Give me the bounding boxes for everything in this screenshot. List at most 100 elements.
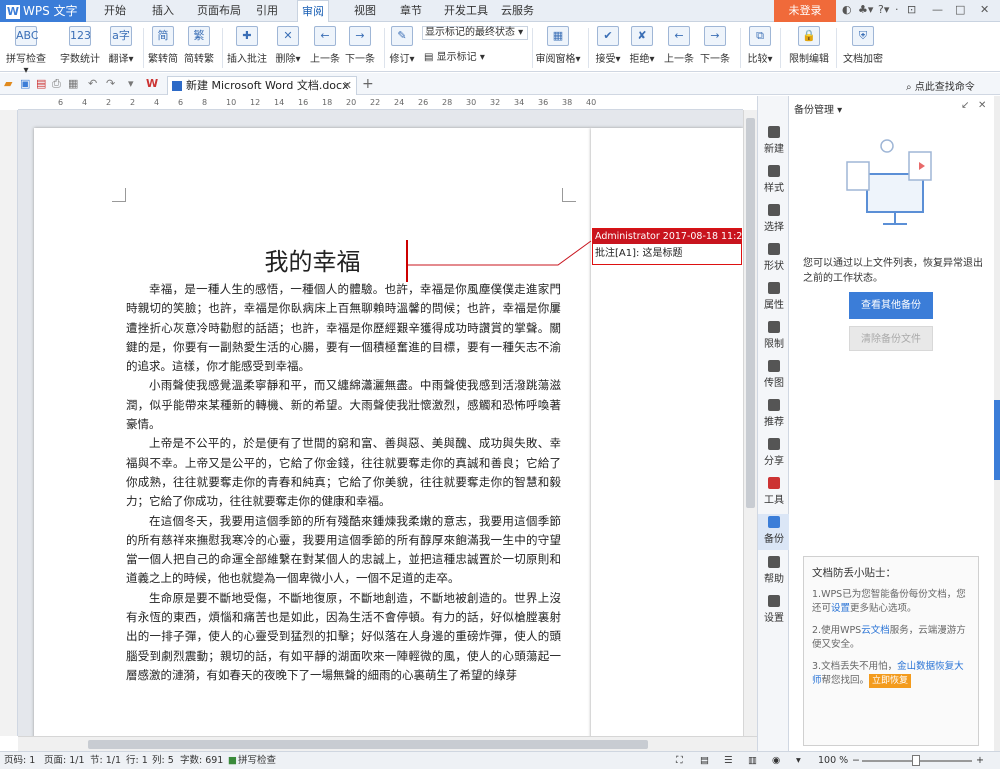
print-icon[interactable]: ⎙ [52,77,61,91]
paragraph[interactable]: 上帝是不公平的，於是便有了世間的窮和富、善與惡、美與醜、成功與失敗、幸福與不幸。… [126,434,561,511]
vertical-scroll-thumb[interactable] [746,118,755,508]
skin-icon[interactable]: ◐ [842,3,852,16]
zoom-slider-thumb[interactable] [912,755,920,766]
restrict-edit-button[interactable]: 🔒 限制编辑 [786,24,832,70]
page-view-icon[interactable]: ▤ [700,752,709,769]
qat-more-icon[interactable]: ▾ [128,77,134,90]
next-change-button[interactable]: → 下一条 [698,24,732,70]
find-command-search[interactable]: ⌕ 点此查找命令 [906,78,975,93]
delete-comment-button[interactable]: ✕ 删除▾ [270,24,306,70]
zoom-in-icon[interactable]: + [976,752,984,769]
sidebar-item-shape[interactable]: 形状 [758,243,790,272]
app-menu-button[interactable]: WWPS 文字 ▾ [0,0,86,40]
panel-collapse-tab[interactable] [994,400,1000,480]
prev-change-button[interactable]: ← 上一条 [662,24,696,70]
status-spell-check[interactable]: 拼写检查 [238,752,276,769]
sidebar-item-help[interactable]: 帮助 [758,556,790,585]
panel-title[interactable]: 备份管理 ▾ [794,101,842,116]
tab-developer[interactable]: 开发工具 [440,0,492,22]
web-view-icon[interactable]: ◉ [772,752,780,769]
review-pane-button[interactable]: ▦ 审阅窗格▾ [534,24,582,70]
close-tab-icon[interactable]: ✕ [343,77,352,95]
shirt-icon[interactable]: ♣▾ [858,3,873,16]
tab-home[interactable]: 开始 [100,0,130,22]
panel-close-icon[interactable]: ✕ [978,100,986,111]
translate-button[interactable]: a字 翻译▾ [104,24,138,70]
restore-ribbon-icon[interactable]: ⊡ [907,3,916,16]
settings-link[interactable]: 设置 [831,603,850,614]
comment-balloon[interactable]: Administrator 2017-08-18 11:28 批注[A1]: 这… [592,228,743,265]
horizontal-scrollbar[interactable] [18,736,757,751]
reading-view-icon[interactable]: ▥ [748,752,757,769]
show-markup-button[interactable]: ▤ 显示标记 ▾ [424,48,485,63]
view-options-icon[interactable]: ▾ [796,752,801,769]
tab-references[interactable]: 引用 [252,0,282,22]
track-changes-button[interactable]: ✎ 修订▾ [386,24,418,70]
maximize-icon[interactable]: □ [955,3,965,16]
tab-page-layout[interactable]: 页面布局 [193,0,245,22]
help-icon[interactable]: ?▾ [878,3,889,16]
undo-icon[interactable]: ↶ [88,77,97,90]
status-page[interactable]: 页码: 1 [4,752,35,769]
next-comment-button[interactable]: → 下一条 [343,24,377,70]
outline-view-icon[interactable]: ☰ [724,752,733,769]
vertical-scrollbar[interactable] [743,110,757,736]
accept-button[interactable]: ✔ 接受▾ [592,24,624,70]
view-backups-button[interactable]: 查看其他备份 [849,292,933,319]
tab-review[interactable]: 审阅 [297,0,329,22]
status-word-count[interactable]: 字数: 691 [180,752,223,769]
tab-chapter[interactable]: 章节 [396,0,426,22]
sidebar-item-properties[interactable]: 属性 [758,282,790,311]
sidebar-item-tools[interactable]: 工具 [758,477,790,506]
document-tab[interactable]: 新建 Microsoft Word 文档.docx *✕ [167,76,357,110]
login-button[interactable]: 未登录 [774,0,836,22]
fullscreen-icon[interactable]: ⛶ [676,752,683,769]
sidebar-item-settings[interactable]: 设置 [758,595,790,624]
save-icon[interactable]: ▣ [20,77,30,90]
wps-w-icon[interactable]: W [146,77,158,90]
clear-backups-button[interactable]: 清除备份文件 [849,326,933,351]
paragraph[interactable]: 小雨聲使我感覺溫柔寧靜和平，而又纏綿瀟灑無盡。中雨聲使我感到活潑跳蕩滋潤，似乎能… [126,376,561,434]
sidebar-item-backup[interactable]: 备份 [758,514,790,550]
vertical-ruler[interactable] [0,110,18,736]
tab-insert[interactable]: 插入 [148,0,178,22]
spell-check-button[interactable]: ABC 拼写检查▾ [4,24,48,76]
zoom-level[interactable]: 100 % [818,752,848,769]
minimize-icon[interactable]: — [932,3,943,16]
redo-icon[interactable]: ↷ [106,77,115,90]
word-count-button[interactable]: 123 字数统计 [58,24,102,70]
to-simplified-button[interactable]: 繁简转繁 [183,24,215,70]
prev-comment-button[interactable]: ← 上一条 [308,24,342,70]
more-icon[interactable]: · [895,3,899,16]
compare-button[interactable]: ⧉ 比较▾ [744,24,776,70]
pin-icon[interactable]: ↙ [961,100,969,111]
display-mode-select[interactable]: 显示标记的最终状态 ▾ [422,26,528,40]
paragraph[interactable]: 生命原是要不斷地受傷，不斷地復原，不斷地創造，不斷地被創造的。世界上沒有永恆的東… [126,589,561,685]
status-section[interactable]: 节: 1/1 [90,752,121,769]
insert-comment-button[interactable]: ✚ 插入批注 [226,24,268,70]
pdf-icon[interactable]: ▤ [36,77,46,90]
document-body[interactable]: 幸福，是一種人生的感悟，一種個人的體驗。也許，幸福是你風塵僕僕走進家門時親切的笑… [126,280,561,685]
preview-icon[interactable]: ▦ [68,77,78,90]
close-icon[interactable]: ✕ [980,3,989,16]
status-pages[interactable]: 页面: 1/1 [44,752,85,769]
sidebar-item-upload-image[interactable]: 传图 [758,360,790,389]
sidebar-item-style[interactable]: 样式 [758,165,790,194]
paragraph[interactable]: 幸福，是一種人生的感悟，一種個人的體驗。也許，幸福是你風塵僕僕走進家門時親切的笑… [126,280,561,376]
zoom-out-icon[interactable]: − [852,752,860,769]
paragraph[interactable]: 在這個冬天，我要用這個季節的所有殘酷來鍾煉我柔嫩的意志，我要用這個季節的所有慈祥… [126,512,561,589]
sidebar-item-new[interactable]: 新建 [758,126,790,155]
sidebar-item-recommend[interactable]: 推荐 [758,399,790,428]
sidebar-item-restrict[interactable]: 限制 [758,321,790,350]
open-folder-icon[interactable]: ▰ [4,77,12,90]
horizontal-ruler[interactable]: 6 4 2 2 4 6 8 10 12 14 16 18 20 22 24 26 28 30 32 34 36 38 40 [18,96,743,110]
tab-cloud[interactable]: 云服务 [497,0,538,22]
sidebar-item-share[interactable]: 分享 [758,438,790,467]
reject-button[interactable]: ✘ 拒绝▾ [626,24,658,70]
new-tab-button[interactable]: + [362,76,374,92]
recover-now-badge[interactable]: 立即恢复 [869,674,912,688]
doc-encrypt-button[interactable]: ⛨ 文档加密 [840,24,886,70]
sidebar-item-select[interactable]: 选择 [758,204,790,233]
to-traditional-button[interactable]: 简繁转简 [147,24,179,70]
cloud-doc-link[interactable]: 云文档 [861,625,890,636]
